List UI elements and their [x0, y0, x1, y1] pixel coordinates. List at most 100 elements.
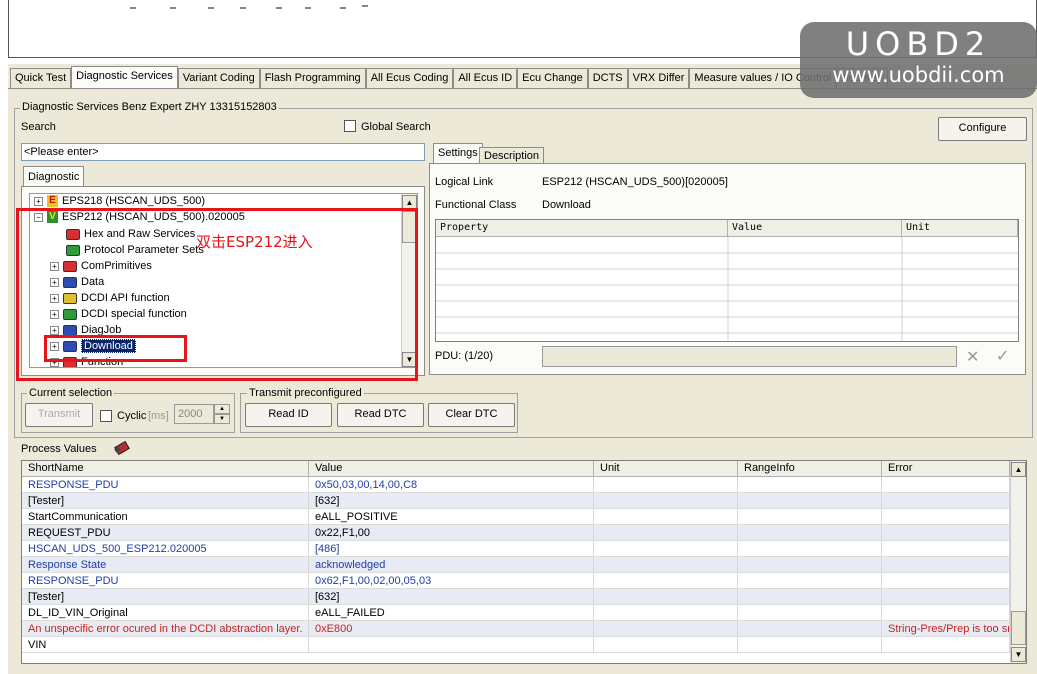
cell-shortname: DL_ID_VIN_Original — [22, 605, 309, 621]
table-row[interactable]: DL_ID_VIN_Original eALL_FAILED — [22, 605, 1010, 621]
cell-error — [882, 477, 1010, 493]
spin-down-icon[interactable]: ▼ — [214, 414, 230, 424]
property-grid[interactable]: Property Value Unit — [435, 219, 1019, 342]
cell-unit — [594, 557, 738, 573]
transmit-button[interactable]: Transmit — [25, 403, 93, 427]
col-error: Error — [882, 461, 1010, 477]
cell-error — [882, 525, 1010, 541]
tab-variant-coding[interactable]: Variant Coding — [177, 68, 260, 89]
cell-rangeinfo — [738, 525, 882, 541]
cell-rangeinfo — [738, 573, 882, 589]
cell-unit — [594, 525, 738, 541]
cell-value: 0x50,03,00,14,00,C8 — [309, 477, 594, 493]
global-search-checkbox[interactable] — [344, 120, 356, 132]
interval-input[interactable]: 2000 — [174, 404, 214, 424]
table-row[interactable]: HSCAN_UDS_500_ESP212.020005 [486] — [22, 541, 1010, 557]
highlight-box-download — [44, 335, 187, 362]
table-row[interactable]: [Tester] [632] — [22, 589, 1010, 605]
scroll-down-icon[interactable]: ▼ — [1011, 647, 1026, 662]
cell-rangeinfo — [738, 509, 882, 525]
scroll-up-icon[interactable]: ▲ — [1011, 462, 1026, 477]
cell-rangeinfo — [738, 589, 882, 605]
watermark-brand: UOBD2 — [845, 25, 992, 63]
tab-settings[interactable]: Settings — [433, 143, 483, 164]
table-row[interactable]: RESPONSE_PDU 0x50,03,00,14,00,C8 — [22, 477, 1010, 493]
clear-dtc-button[interactable]: Clear DTC — [428, 403, 515, 427]
cell-error — [882, 493, 1010, 509]
tab-all-ecus-id[interactable]: All Ecus ID — [453, 68, 518, 89]
property-grid-lines — [436, 237, 1018, 341]
group-title: Diagnostic Services Benz Expert ZHY 1331… — [20, 101, 279, 113]
pdu-label: PDU: (1/20) — [435, 350, 494, 362]
tab-diagnostic[interactable]: Diagnostic — [23, 166, 85, 187]
cell-unit — [594, 541, 738, 557]
ms-label: [ms] — [148, 410, 169, 422]
table-row[interactable]: An unspecific error ocured in the DCDI a… — [22, 621, 1010, 637]
ecu-badge-e-icon: E — [47, 195, 58, 208]
pdu-input[interactable] — [542, 346, 957, 367]
annotation-text: 双击ESP212进入 — [196, 233, 313, 251]
tab-all-ecus-coding[interactable]: All Ecus Coding — [365, 68, 454, 89]
cell-value — [309, 637, 594, 653]
cell-error — [882, 557, 1010, 573]
process-values-label: Process Values — [21, 443, 97, 455]
cell-shortname: Response State — [22, 557, 309, 573]
cell-rangeinfo — [738, 493, 882, 509]
cell-value: 0x22,F1,00 — [309, 525, 594, 541]
cell-shortname: RESPONSE_PDU — [22, 573, 309, 589]
cell-error — [882, 541, 1010, 557]
cell-value: eALL_FAILED — [309, 605, 594, 621]
tab-vrx-differ[interactable]: VRX Differ — [627, 68, 690, 89]
cell-value: 0xE800 — [309, 621, 594, 637]
functional-class-value: Download — [542, 199, 591, 211]
tree-label: EPS218 (HSCAN_UDS_500) — [62, 195, 206, 207]
spin-up-icon[interactable]: ▲ — [214, 404, 230, 414]
cell-unit — [594, 573, 738, 589]
col-unit: Unit — [902, 220, 1018, 237]
tab-dcts[interactable]: DCTS — [587, 68, 628, 89]
table-row[interactable]: VIN — [22, 637, 1010, 653]
cell-error — [882, 605, 1010, 621]
current-selection-legend: Current selection — [27, 387, 115, 399]
col-value: Value — [728, 220, 902, 237]
table-row[interactable]: StartCommunication eALL_POSITIVE — [22, 509, 1010, 525]
cell-unit — [594, 477, 738, 493]
tab-flash-programming[interactable]: Flash Programming — [259, 68, 366, 89]
functional-class-label: Functional Class — [435, 199, 517, 211]
read-dtc-button[interactable]: Read DTC — [337, 403, 424, 427]
expand-plus-icon[interactable]: + — [34, 196, 43, 206]
tab-ecu-change[interactable]: Ecu Change — [517, 68, 588, 89]
cell-rangeinfo — [738, 541, 882, 557]
cell-unit — [594, 589, 738, 605]
cell-unit — [594, 605, 738, 621]
process-values-table[interactable]: ShortName Value Unit RangeInfo Error RES… — [21, 460, 1027, 664]
cell-rangeinfo — [738, 621, 882, 637]
table-row[interactable]: REQUEST_PDU 0x22,F1,00 — [22, 525, 1010, 541]
tab-diagnostic-services[interactable]: Diagnostic Services — [71, 66, 178, 89]
cyclic-checkbox[interactable] — [100, 410, 112, 422]
cell-rangeinfo — [738, 477, 882, 493]
cell-rangeinfo — [738, 637, 882, 653]
process-values-scroll-thumb[interactable] — [1011, 611, 1026, 645]
logical-link-value: ESP212 (HSCAN_UDS_500)[020005] — [542, 176, 728, 188]
read-id-button[interactable]: Read ID — [245, 403, 332, 427]
tab-quick-test[interactable]: Quick Test — [10, 68, 72, 89]
search-input[interactable]: <Please enter> — [21, 143, 425, 161]
confirm-check-icon[interactable]: ✓ — [996, 346, 1009, 366]
table-row[interactable]: [Tester] [632] — [22, 493, 1010, 509]
cell-shortname: REQUEST_PDU — [22, 525, 309, 541]
cell-error: String-Pres/Prep is too smal — [882, 621, 1010, 637]
cell-value: [486] — [309, 541, 594, 557]
eraser-icon[interactable] — [113, 441, 131, 455]
cell-value: acknowledged — [309, 557, 594, 573]
table-row[interactable]: Response State acknowledged — [22, 557, 1010, 573]
table-row[interactable]: RESPONSE_PDU 0x62,F1,00,02,00,05,03 — [22, 573, 1010, 589]
cell-shortname: VIN — [22, 637, 309, 653]
cell-shortname: StartCommunication — [22, 509, 309, 525]
cell-value: eALL_POSITIVE — [309, 509, 594, 525]
cell-unit — [594, 637, 738, 653]
cancel-x-icon[interactable]: ✕ — [966, 347, 979, 367]
cell-unit — [594, 493, 738, 509]
cell-value: 0x62,F1,00,02,00,05,03 — [309, 573, 594, 589]
configure-button[interactable]: Configure — [938, 117, 1027, 141]
